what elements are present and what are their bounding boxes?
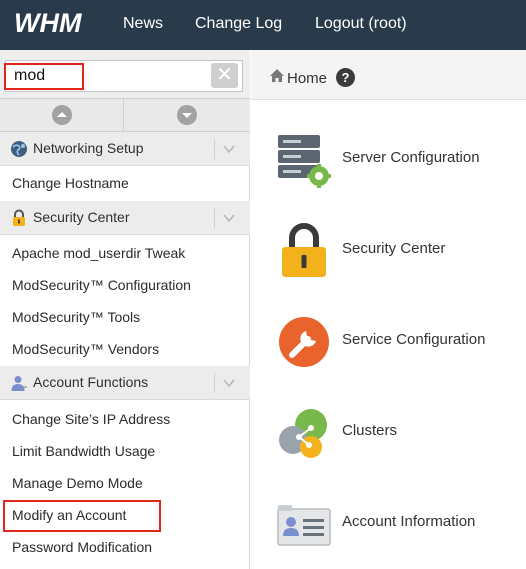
arrow-up-icon [52,105,72,125]
expand-all-button[interactable] [125,99,249,131]
nav-change-log[interactable]: Change Log [195,15,282,33]
sidebar-item-manage-demo-mode[interactable]: Manage Demo Mode [0,467,250,499]
sidebar-item-limit-bandwidth[interactable]: Limit Bandwidth Usage [0,435,250,467]
divider [214,373,215,393]
section-security-center[interactable]: Security Center [0,201,250,235]
feature-account-information[interactable]: Account Information [251,489,526,559]
sidebar-item-apache-mod-userdir[interactable]: Apache mod_userdir Tweak [0,237,250,269]
sidebar-item-modsecurity-vendors[interactable]: ModSecurity™ Vendors [0,333,250,365]
chevron-down-icon[interactable] [222,372,236,392]
breadcrumb: Home ? [251,50,526,100]
top-bar: WHM News Change Log Logout (root) [0,0,526,50]
section-title: Security Center [33,209,130,225]
share-icon [279,409,327,458]
divider [214,208,215,228]
clear-search-button[interactable]: ✕ [211,63,238,88]
padlock-icon [282,223,326,277]
sidebar: ✕ Networking Setup Change Hostname [0,50,250,569]
search-input[interactable] [5,60,243,92]
feature-label: Server Configuration [342,149,480,166]
feature-clusters[interactable]: Clusters [251,398,526,468]
id-card-icon [277,505,331,546]
breadcrumb-home[interactable]: Home [287,70,327,87]
home-icon [270,69,284,82]
wrench-icon [279,317,329,367]
sidebar-item-change-site-ip[interactable]: Change Site’s IP Address [0,403,250,435]
close-icon: ✕ [216,64,233,86]
user-icon [11,376,27,391]
feature-label: Clusters [342,422,398,439]
collapse-all-button[interactable] [0,99,124,131]
help-icon[interactable]: ? [336,68,355,87]
lock-icon [13,209,25,226]
feature-service-configuration[interactable]: Service Configuration [251,307,526,377]
globe-icon [11,141,27,157]
section-networking-setup[interactable]: Networking Setup [0,132,250,166]
sidebar-item-modify-account[interactable]: Modify an Account [0,499,250,531]
feature-label: Service Configuration [342,331,486,348]
divider [214,139,215,159]
sidebar-item-modsecurity-tools[interactable]: ModSecurity™ Tools [0,301,250,333]
search-row: ✕ [0,50,250,98]
chevron-down-icon[interactable] [222,138,236,158]
section-title: Account Functions [33,374,149,390]
arrow-down-icon [177,105,197,125]
whm-logo[interactable]: WHM [14,9,100,37]
nav-logout[interactable]: Logout (root) [315,15,407,33]
server-gear-icon [278,135,331,188]
section-title: Networking Setup [33,140,144,156]
sidebar-item-change-hostname[interactable]: Change Hostname [0,167,250,199]
svg-text:WHM: WHM [14,9,82,37]
section-account-functions[interactable]: Account Functions [0,366,250,400]
sidebar-item-password-modification[interactable]: Password Modification [0,531,250,563]
feature-label: Security Center [342,240,446,257]
collapse-expand-row [0,98,250,132]
chevron-down-icon[interactable] [222,207,236,227]
nav-news[interactable]: News [123,15,163,33]
feature-label: Account Information [342,513,476,530]
feature-security-center[interactable]: Security Center [251,216,526,286]
main-content: Home ? Server Configuration Security Cen… [251,50,526,569]
sidebar-item-modsecurity-configuration[interactable]: ModSecurity™ Configuration [0,269,250,301]
feature-server-configuration[interactable]: Server Configuration [251,125,526,195]
